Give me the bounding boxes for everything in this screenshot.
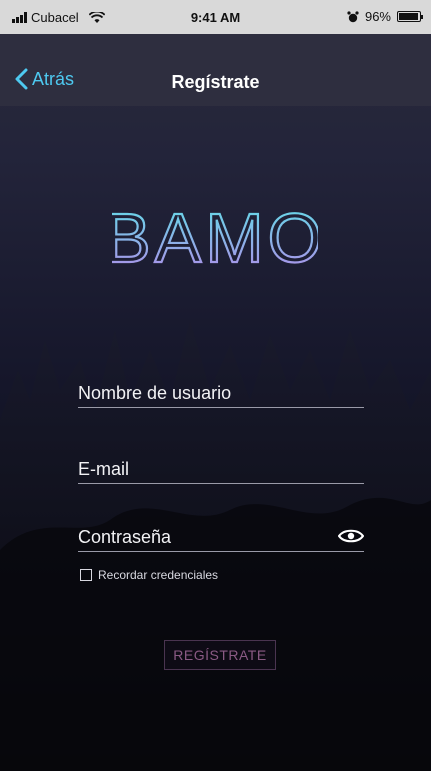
password-field[interactable] bbox=[78, 518, 364, 552]
email-input[interactable] bbox=[78, 450, 364, 483]
crowd-background bbox=[0, 320, 431, 771]
phone-screen: Cubacel 9:41 AM 96% Atrás Regístrate BAM… bbox=[0, 0, 431, 771]
email-field[interactable] bbox=[78, 450, 364, 484]
alarm-icon bbox=[347, 10, 359, 22]
username-field[interactable] bbox=[78, 374, 364, 408]
username-input[interactable] bbox=[78, 374, 364, 407]
status-bar: Cubacel 9:41 AM 96% bbox=[0, 0, 431, 34]
bamo-logo: BAMO bbox=[112, 198, 318, 276]
battery-percent: 96% bbox=[364, 9, 391, 24]
nav-bar: Atrás Regístrate bbox=[0, 34, 431, 106]
eye-icon[interactable] bbox=[338, 528, 364, 544]
page-title: Regístrate bbox=[171, 72, 260, 92]
svg-text:BAMO: BAMO bbox=[112, 199, 318, 276]
status-right: 96% bbox=[347, 9, 423, 24]
remember-credentials[interactable]: Recordar credenciales bbox=[80, 568, 218, 582]
register-button[interactable]: REGÍSTRATE bbox=[164, 640, 276, 670]
password-input[interactable] bbox=[78, 518, 364, 551]
battery-icon bbox=[397, 11, 423, 22]
remember-label: Recordar credenciales bbox=[98, 568, 219, 582]
remember-checkbox[interactable] bbox=[80, 569, 92, 581]
